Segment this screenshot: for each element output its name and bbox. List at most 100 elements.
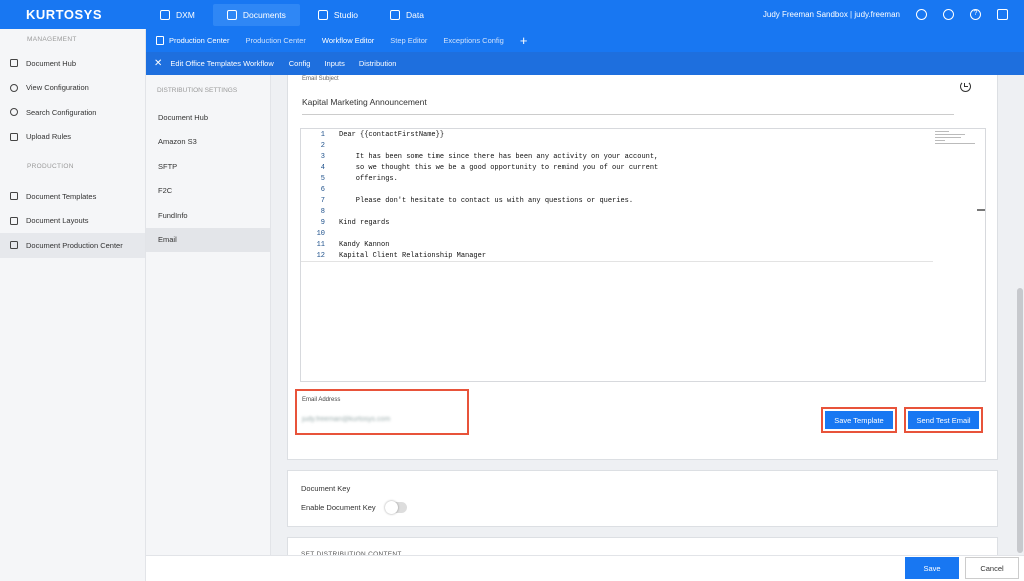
code-lines[interactable]: 1 Dear {{contactFirstName}} 2 3 It has been…	[301, 129, 941, 263]
gear-icon	[10, 83, 18, 92]
add-tab-button[interactable]: +	[512, 33, 536, 48]
sidebar-item-view-configuration[interactable]: View Configuration	[0, 76, 145, 101]
layout-icon	[10, 216, 18, 225]
tab-distribution[interactable]: Distribution	[352, 52, 404, 75]
studio-icon	[317, 9, 328, 20]
distribution-settings: DISTRIBUTION SETTINGS Document Hub Amazo…	[146, 75, 271, 555]
line-text: Kapital Client Relationship Manager	[339, 252, 487, 261]
line-text: offerings.	[339, 174, 398, 183]
line-text: so we thought this we be a good opportun…	[339, 163, 659, 172]
code-line[interactable]: 3 It has been some time since there has …	[301, 151, 941, 162]
user-icon[interactable]	[916, 9, 927, 20]
save-template-button[interactable]: Save Template	[825, 411, 893, 429]
tab-label: Production Center	[169, 36, 230, 45]
nav-label: Studio	[333, 9, 358, 20]
sidebar-item-document-hub[interactable]: Document Hub	[0, 51, 145, 76]
code-line[interactable]: 12 Kapital Client Relationship Manager	[301, 251, 933, 263]
code-line[interactable]: 4 so we thought this we be a good opport…	[301, 162, 941, 173]
close-icon[interactable]: ✕	[146, 58, 166, 69]
footer-bar: Save Cancel	[146, 555, 1024, 581]
data-icon	[390, 9, 400, 20]
code-line[interactable]: 5 offerings.	[301, 173, 941, 184]
tab-label: Step Editor	[390, 36, 428, 45]
tab-exceptions-config[interactable]: Exceptions Config	[435, 29, 511, 52]
tab-inputs[interactable]: Inputs	[317, 52, 351, 75]
email-subject-input[interactable]: Kapital Marketing Announcement	[302, 97, 427, 107]
history-icon[interactable]	[960, 81, 971, 92]
sidebar-item-document-production-center[interactable]: Document Production Center	[0, 233, 145, 258]
sidebar-item-upload-rules[interactable]: Upload Rules	[0, 125, 145, 150]
distribution-settings-heading: DISTRIBUTION SETTINGS	[157, 87, 238, 94]
dist-item-email[interactable]: Email	[146, 227, 270, 252]
workflow-edit-bar: ✕ Edit Office Templates Workflow Config …	[146, 52, 1024, 75]
line-number: 10	[316, 230, 325, 239]
search-icon	[10, 108, 18, 117]
nav-dxm[interactable]: DXM	[146, 4, 209, 26]
line-text: Kind regards	[339, 219, 390, 228]
email-body-editor[interactable]: 1 Dear {{contactFirstName}} 2 3 It has been…	[300, 128, 986, 382]
tab-config[interactable]: Config	[282, 52, 318, 75]
user-label[interactable]: Judy Freeman Sandbox | judy.freeman	[763, 10, 900, 19]
tab-label: Workflow Editor	[321, 36, 375, 45]
dist-item-amazon-s3[interactable]: Amazon S3	[146, 130, 270, 155]
document-export-icon	[10, 241, 18, 250]
sidebar-section-management: MANAGEMENT	[27, 36, 77, 43]
code-line[interactable]: 7 Please don't hesitate to contact us wi…	[301, 196, 941, 207]
dist-item-f2c[interactable]: F2C	[146, 179, 270, 204]
sidebar: MANAGEMENT Document Hub View Configurati…	[0, 29, 146, 581]
enable-document-key-toggle[interactable]	[385, 501, 407, 514]
tab-label: Production Center	[245, 36, 306, 45]
logout-icon[interactable]	[997, 9, 1008, 20]
logo: KURTOSYS	[26, 7, 102, 22]
help-icon[interactable]: ?	[970, 9, 981, 20]
line-number: 9	[320, 219, 325, 228]
gear-icon[interactable]	[943, 9, 954, 20]
tab-production-center-home[interactable]: Production Center	[146, 29, 237, 52]
line-number: 5	[320, 174, 325, 183]
sidebar-section-production: PRODUCTION	[27, 163, 74, 170]
code-line[interactable]: 11 Kandy Kannon	[301, 240, 941, 251]
nav-documents[interactable]: Documents	[212, 3, 300, 26]
email-subject-label: Email Subject	[302, 76, 339, 82]
line-text: It has been some time since there has be…	[339, 152, 659, 161]
dist-item-fundinfo[interactable]: FundInfo	[146, 203, 270, 228]
send-test-email-button[interactable]: Send Test Email	[908, 411, 979, 429]
scroll-thumb[interactable]	[1017, 288, 1023, 553]
page-scrollbar[interactable]	[1015, 75, 1024, 555]
code-line[interactable]: 1 Dear {{contactFirstName}}	[301, 129, 941, 140]
line-number: 4	[320, 163, 325, 172]
nav-data[interactable]: Data	[376, 4, 438, 26]
save-button[interactable]: Save	[905, 557, 959, 579]
nav-label: DXM	[176, 9, 195, 20]
sidebar-item-document-templates[interactable]: Document Templates	[0, 184, 145, 209]
line-number: 8	[320, 208, 325, 217]
code-line[interactable]: 9 Kind regards	[301, 218, 941, 229]
workflow-tabs-bar: Production Center Production Center Work…	[146, 29, 1024, 52]
tab-step-editor[interactable]: Step Editor	[382, 29, 435, 52]
send-test-email-highlight: Send Test Email	[904, 407, 983, 433]
line-text: Dear {{contactFirstName}}	[339, 130, 445, 139]
line-number: 7	[320, 197, 325, 206]
code-line[interactable]: 10	[301, 229, 941, 240]
sidebar-item-search-configuration[interactable]: Search Configuration	[0, 100, 145, 125]
code-line[interactable]: 8	[301, 207, 941, 218]
dist-item-document-hub[interactable]: Document Hub	[146, 105, 270, 130]
top-bar: KURTOSYS DXM Documents Studio Data Judy …	[0, 0, 1024, 29]
email-subject-underline	[302, 114, 954, 115]
sidebar-item-document-layouts[interactable]: Document Layouts	[0, 209, 145, 234]
dist-item-sftp[interactable]: SFTP	[146, 154, 270, 179]
editor-minimap[interactable]	[933, 129, 979, 149]
document-key-card: Document Key Enable Document Key	[287, 470, 998, 527]
tab-workflow-editor[interactable]: Workflow Editor	[314, 29, 382, 52]
email-address-label: Email Address	[302, 397, 341, 403]
code-line[interactable]: 2	[301, 140, 941, 151]
email-address-field[interactable]: Email Address judy.freeman@kurtosys.com	[295, 389, 469, 435]
tab-production-center[interactable]: Production Center	[237, 29, 313, 52]
line-number: 3	[320, 152, 325, 161]
code-line[interactable]: 6	[301, 184, 941, 195]
line-number: 12	[316, 252, 325, 261]
cancel-button[interactable]: Cancel	[965, 557, 1019, 579]
line-text: Kandy Kannon	[339, 241, 390, 250]
email-address-input[interactable]: judy.freeman@kurtosys.com	[302, 416, 390, 423]
nav-studio[interactable]: Studio	[304, 4, 372, 26]
